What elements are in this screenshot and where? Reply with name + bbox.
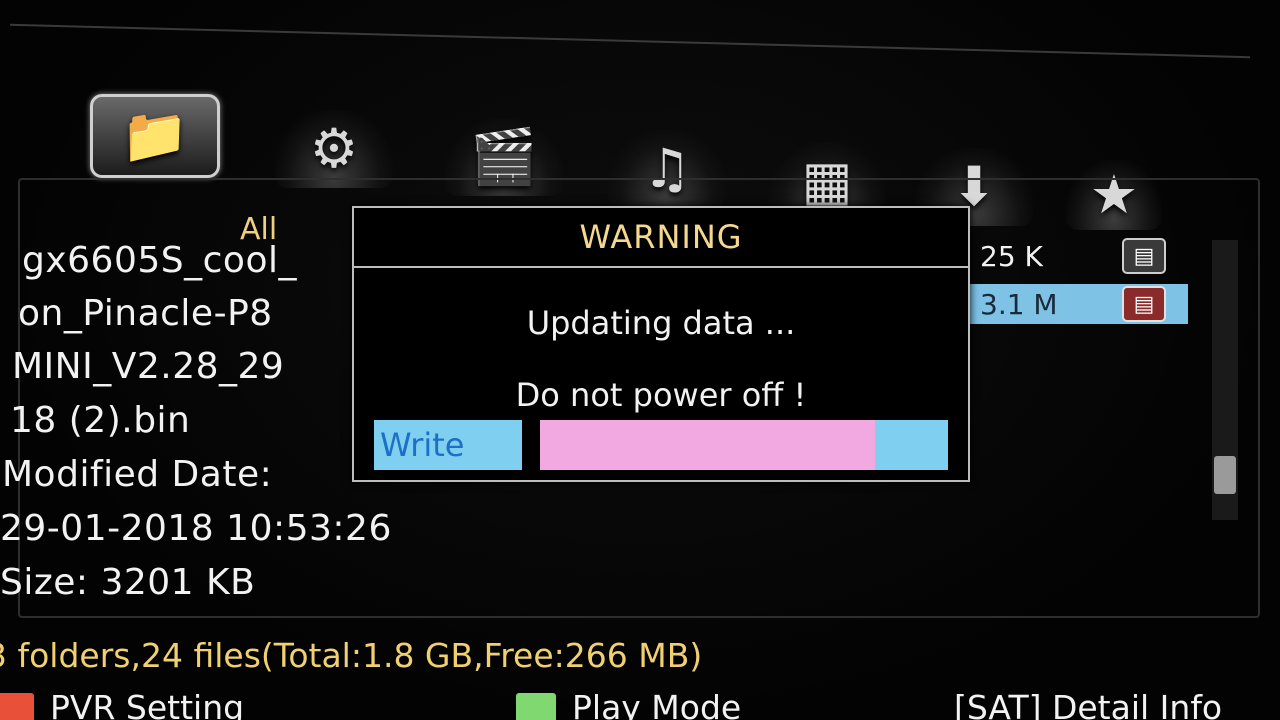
red-key-icon [0, 692, 34, 720]
write-progress-bar: Write [374, 420, 948, 470]
scrollbar-thumb[interactable] [1214, 456, 1236, 494]
video-clapper-icon: 🎬 [470, 125, 538, 188]
footer-bar: PVR Setting Play Mode [SAT] Detail Info [0, 688, 1280, 720]
footer-play-mode-label: Play Mode [572, 688, 742, 720]
folder-icon: 📁 [121, 104, 189, 167]
filename-line-1: gx6605S_cool_ [22, 240, 297, 281]
file-icon: ▤ [1122, 286, 1166, 322]
progress-gap [522, 420, 540, 470]
footer-play-mode[interactable]: Play Mode [516, 688, 741, 720]
file-size: 3.1 M [980, 287, 1058, 321]
file-size: 25 K [980, 239, 1043, 273]
dialog-message-updating: Updating data ... [526, 304, 796, 342]
toolbar-item-settings[interactable]: ⚙ [275, 110, 393, 188]
file-icon: ▤ [1122, 238, 1166, 274]
storage-status: 3 folders,24 files(Total:1.8 GB,Free:266… [0, 636, 703, 675]
settings-gear-icon: ⚙ [309, 117, 359, 180]
footer-detail-info[interactable]: [SAT] Detail Info [954, 688, 1222, 720]
filename-line-4: 18 (2).bin [10, 400, 191, 441]
footer-pvr-label: PVR Setting [50, 688, 245, 720]
modified-date-value: 29-01-2018 10:53:26 [0, 508, 392, 549]
filename-line-3: MINI_V2.28_29 [12, 346, 285, 387]
warning-dialog: WARNING Updating data ... Do not power o… [352, 206, 970, 482]
toolbar-item-files[interactable]: 📁 [90, 94, 220, 178]
dialog-title: WARNING [354, 208, 968, 268]
progress-label: Write [374, 420, 522, 470]
green-key-icon [516, 692, 556, 720]
modified-date-label: Modified Date: [2, 454, 273, 495]
footer-detail-label: [SAT] Detail Info [954, 688, 1223, 720]
stb-screen: 📁 ⚙ 🎬 ♫ ▦ ⬇ ★ All gx6605S_cool_ on_Pinac… [0, 0, 1280, 720]
dialog-message-power: Do not power off ! [515, 376, 807, 414]
file-list-row-selected[interactable]: 3.1 M ▤ [962, 284, 1188, 324]
file-size-info: Size: 3201 KB [0, 562, 256, 603]
footer-pvr-setting[interactable]: PVR Setting [0, 688, 244, 720]
filename-line-2: on_Pinacle-P8 [18, 293, 273, 334]
file-list-row[interactable]: 25 K ▤ [962, 236, 1188, 276]
progress-track [540, 420, 948, 470]
progress-fill [540, 420, 875, 470]
